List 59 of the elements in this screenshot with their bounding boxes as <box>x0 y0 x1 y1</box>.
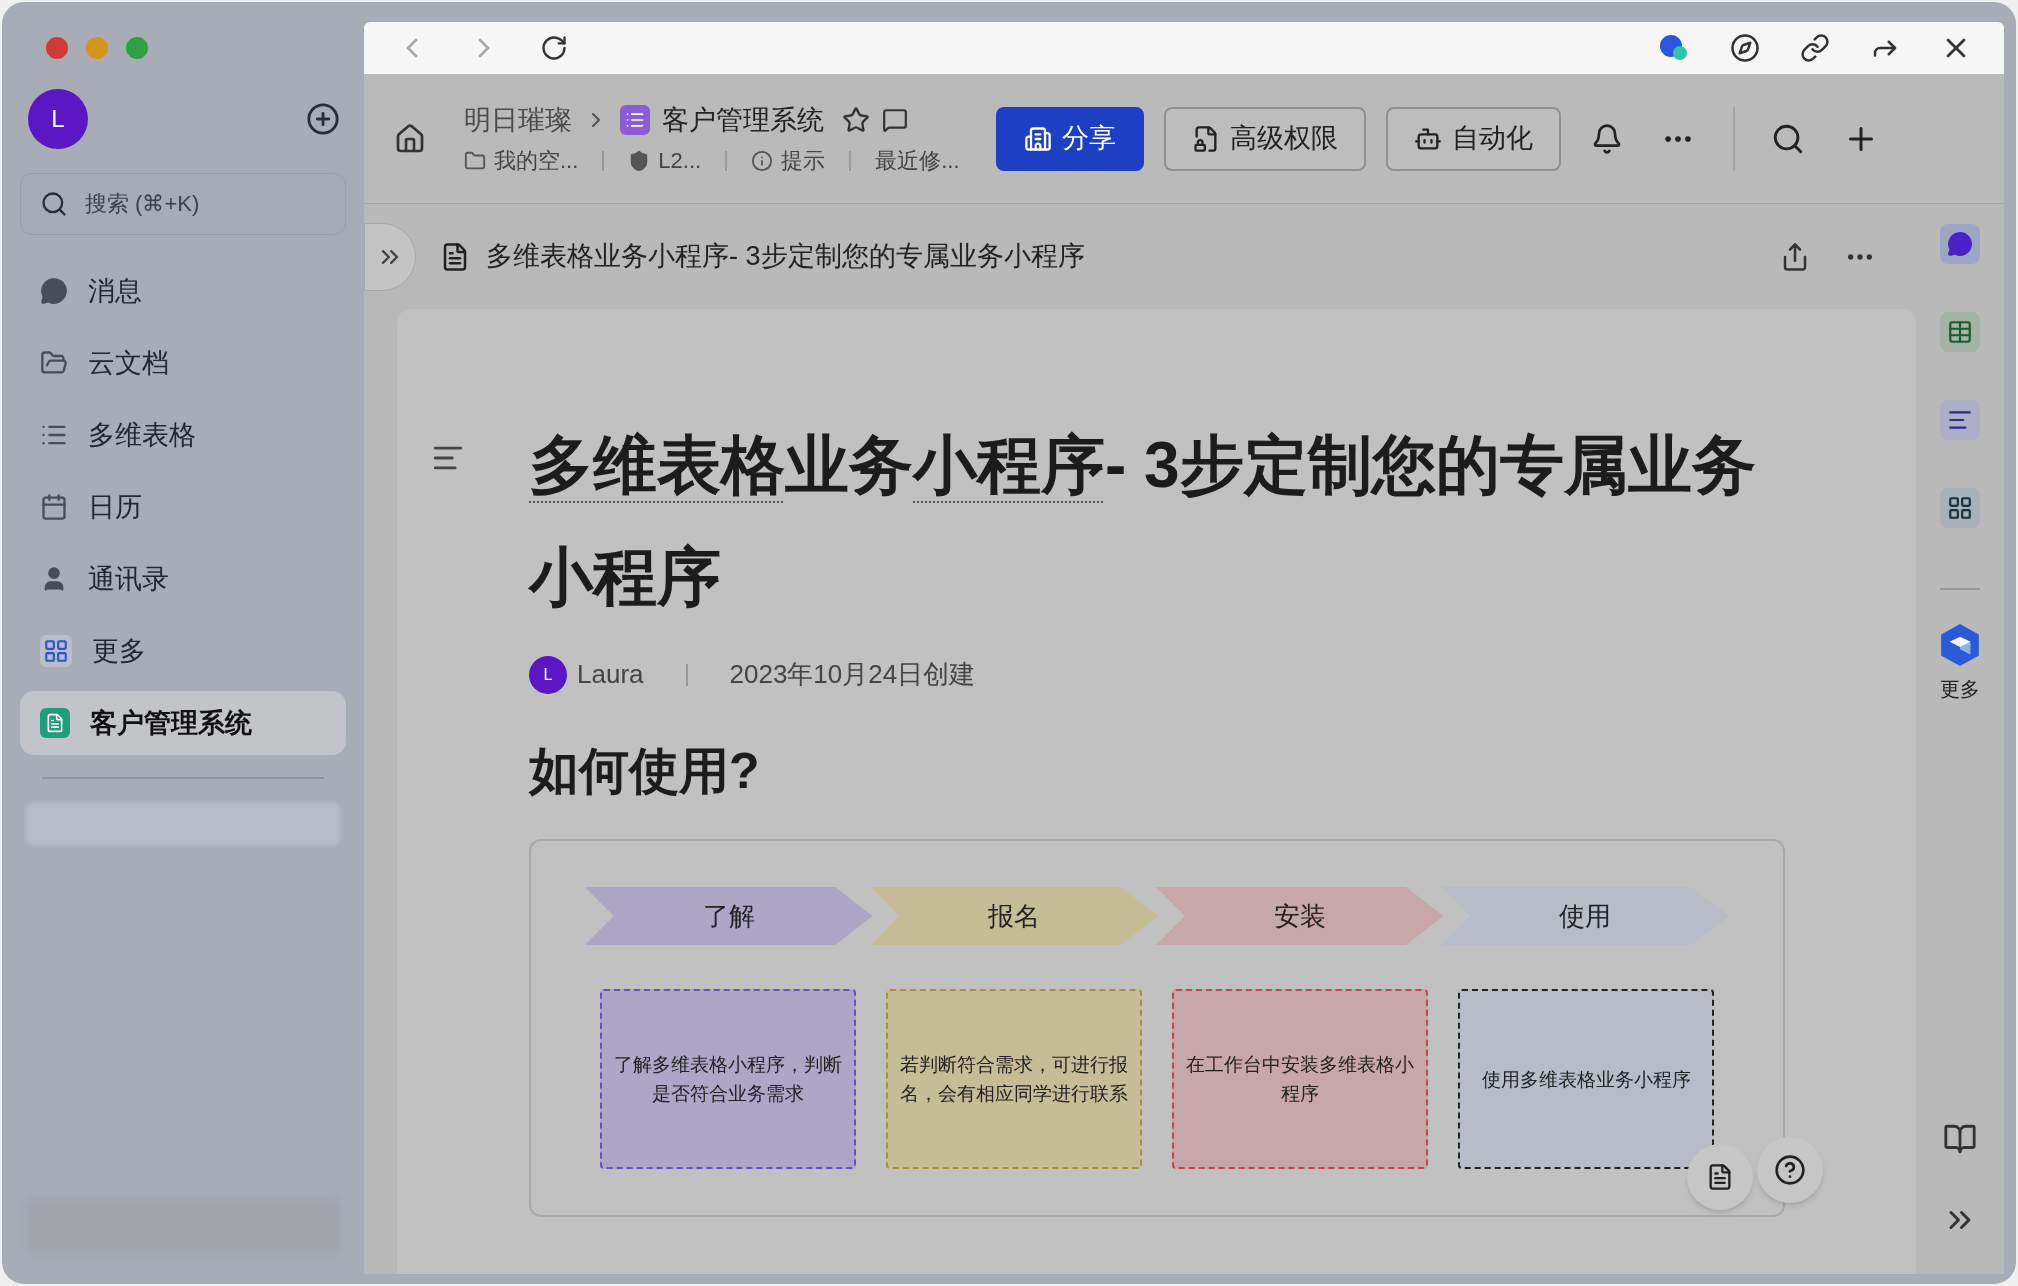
breadcrumb-link[interactable]: 明日璀璨 <box>464 99 572 141</box>
step-chevron: 报名 <box>870 887 1158 945</box>
link-icon[interactable] <box>1800 33 1830 63</box>
sidebar-item[interactable]: 日历 <box>20 475 346 539</box>
file-lock-icon <box>1191 124 1220 153</box>
add-icon[interactable] <box>306 102 340 136</box>
table-app-icon[interactable] <box>1940 488 1980 528</box>
star-icon[interactable] <box>842 106 870 134</box>
folder-icon <box>464 149 486 172</box>
comment-icon[interactable] <box>882 107 908 133</box>
sidebar-item[interactable]: 消息 <box>20 259 346 323</box>
toolbar-button[interactable]: 分享 <box>995 106 1144 171</box>
sidebar-item[interactable]: 通讯录 <box>20 547 346 611</box>
search-icon <box>40 190 68 218</box>
step-chevron: 安装 <box>1156 887 1444 945</box>
chat-app-icon[interactable] <box>1940 224 1980 264</box>
step-card: 了解多维表格小程序，判断是否符合业务需求 <box>600 989 856 1169</box>
reload-icon[interactable] <box>540 34 568 62</box>
search-field[interactable]: 搜索 (⌘+K) <box>20 173 346 235</box>
breadcrumb-link[interactable]: 客户管理系统 <box>662 99 824 141</box>
building-icon <box>1023 124 1052 153</box>
compass-icon[interactable] <box>1730 33 1760 63</box>
meta-item[interactable]: L2... <box>658 144 702 178</box>
sidebar-item[interactable]: 客户管理系统 <box>20 691 346 755</box>
document-tab-title: 多维表格业务小程序- 3步定制您的专属业务小程序 <box>486 240 1085 274</box>
calendar-icon <box>40 493 68 521</box>
document-title: 多维表格业务小程序- 3步定制您的专属业务小程序 <box>529 428 1757 615</box>
step-card: 在工作台中安装多维表格小程序 <box>1172 989 1428 1169</box>
cube-icon[interactable] <box>1939 622 1981 668</box>
sidebar-item[interactable]: 云文档 <box>20 331 346 395</box>
app-icon <box>40 708 70 738</box>
help-button[interactable] <box>1757 1137 1823 1203</box>
help-icon <box>1774 1154 1806 1186</box>
author-avatar: L <box>529 655 567 694</box>
step-chevron: 使用 <box>1441 887 1729 945</box>
feedback-button[interactable] <box>1687 1144 1753 1210</box>
meta-item[interactable]: 我的空... <box>494 144 579 178</box>
user-avatar[interactable]: L <box>28 89 88 149</box>
chat-icon <box>40 277 68 305</box>
expand-sidebar-button[interactable] <box>364 222 416 291</box>
book-icon[interactable] <box>1943 1122 1977 1156</box>
toolbar-button[interactable]: 自动化 <box>1385 106 1561 171</box>
toolbar-button[interactable]: 高级权限 <box>1163 106 1366 171</box>
meta-item[interactable]: 提示 <box>781 144 826 178</box>
step-card: 若判断符合需求，可进行报名，会有相应同学进行联系 <box>886 989 1142 1169</box>
step-card: 使用多维表格业务小程序 <box>1458 989 1714 1169</box>
sidebar-item[interactable]: 多维表格 <box>20 403 346 467</box>
apps-icon <box>40 635 72 667</box>
more-label[interactable]: 更多 <box>1940 674 1980 704</box>
list-app-icon <box>620 105 650 135</box>
section-heading: 如何使用? <box>529 742 761 801</box>
info-icon <box>751 149 774 172</box>
author-name[interactable]: Laura <box>577 655 644 694</box>
sidebar-item[interactable]: 更多 <box>20 619 346 683</box>
step-chevron: 了解 <box>585 887 873 945</box>
home-icon[interactable] <box>394 122 426 155</box>
sheet-app-icon[interactable] <box>1940 312 1980 352</box>
created-date: 2023年10月24日创建 <box>729 658 976 691</box>
meta-item[interactable]: 最近修... <box>875 144 960 178</box>
